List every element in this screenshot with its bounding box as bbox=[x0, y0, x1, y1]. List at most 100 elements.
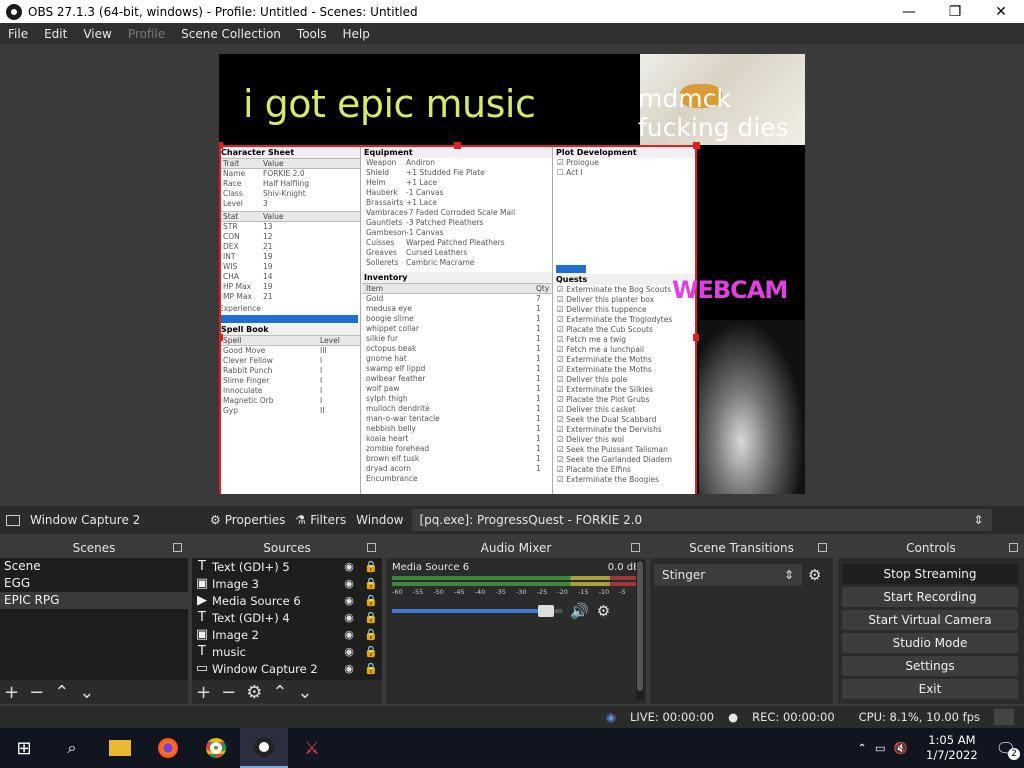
selection-box[interactable] bbox=[219, 145, 697, 494]
menu-file[interactable]: File bbox=[0, 27, 36, 41]
visibility-eye-icon[interactable]: ◉ bbox=[338, 628, 360, 641]
lock-icon[interactable]: 🔒 bbox=[360, 594, 382, 607]
source-down-button[interactable]: ⌄ bbox=[297, 682, 312, 703]
scenes-dock: Scenes Scene EGG EPIC RPG + − ⌃ ⌄ bbox=[0, 538, 188, 704]
scene-down-button[interactable]: ⌄ bbox=[79, 682, 94, 703]
visibility-eye-icon[interactable]: ◉ bbox=[338, 611, 360, 624]
resize-handle-tr[interactable] bbox=[693, 142, 700, 149]
menu-tools[interactable]: Tools bbox=[289, 27, 335, 41]
headline-text: i got epic music bbox=[243, 82, 536, 126]
close-button[interactable]: ✕ bbox=[978, 0, 1024, 23]
window-capture-icon bbox=[6, 514, 20, 526]
chrome-button[interactable] bbox=[192, 728, 240, 768]
preview-area[interactable]: i got epic music mdmck fucking dies Char… bbox=[0, 44, 1024, 506]
obs-button[interactable] bbox=[240, 728, 288, 768]
add-scene-button[interactable]: + bbox=[4, 682, 19, 703]
lock-icon[interactable]: 🔒 bbox=[360, 628, 382, 641]
mixer-gear-icon[interactable]: ⚙ bbox=[597, 602, 610, 620]
search-button[interactable]: ⌕ bbox=[48, 728, 96, 768]
notifications-icon[interactable]: 🗨 2 bbox=[996, 739, 1020, 760]
maximize-button[interactable]: ❐ bbox=[932, 0, 978, 23]
menu-help[interactable]: Help bbox=[334, 27, 377, 41]
game-button[interactable]: ⚔ bbox=[288, 728, 336, 768]
exit-button[interactable]: Exit bbox=[842, 679, 1018, 699]
source-item[interactable]: ▣ Image 2 ◉ 🔒 bbox=[192, 626, 382, 643]
scene-item[interactable]: Scene bbox=[0, 558, 188, 575]
scenes-list[interactable]: Scene EGG EPIC RPG bbox=[0, 558, 188, 680]
chevron-up-icon[interactable]: ⌃ bbox=[857, 741, 867, 755]
scenes-controls: + − ⌃ ⌄ bbox=[0, 680, 188, 704]
lock-icon[interactable]: 🔒 bbox=[360, 577, 382, 590]
remove-source-button[interactable]: − bbox=[221, 682, 236, 703]
source-item[interactable]: ▣ Image 3 ◉ 🔒 bbox=[192, 575, 382, 592]
firefox-button[interactable] bbox=[144, 728, 192, 768]
source-item[interactable]: T Text (GDI+) 5 ◉ 🔒 bbox=[192, 558, 382, 575]
menu-profile: Profile bbox=[127, 26, 166, 41]
transition-gear-icon[interactable]: ⚙ bbox=[808, 566, 821, 584]
lock-icon[interactable]: 🔒 bbox=[360, 560, 382, 573]
preview-canvas[interactable]: i got epic music mdmck fucking dies Char… bbox=[219, 54, 805, 494]
source-type-icon: T bbox=[198, 644, 206, 659]
volume-slider-knob[interactable] bbox=[537, 605, 554, 617]
visibility-eye-icon[interactable]: ◉ bbox=[338, 560, 360, 573]
add-source-button[interactable]: + bbox=[196, 682, 211, 703]
source-item[interactable]: ▶ Media Source 6 ◉ 🔒 bbox=[192, 592, 382, 609]
volume-muted-icon[interactable]: 🔇 bbox=[894, 741, 908, 755]
network-icon[interactable]: ▭ bbox=[875, 741, 886, 755]
filters-label: Filters bbox=[310, 513, 347, 527]
remove-scene-button[interactable]: − bbox=[29, 682, 44, 703]
transition-select[interactable]: Stinger ⇕ bbox=[654, 564, 802, 586]
menu-scene-collection[interactable]: Scene Collection bbox=[173, 27, 289, 41]
properties-label: Properties bbox=[224, 513, 286, 527]
source-item[interactable]: ▭ Window Capture 2 ◉ 🔒 bbox=[192, 660, 382, 677]
filters-button[interactable]: ⚗ Filters bbox=[295, 513, 346, 527]
resize-handle-tl[interactable] bbox=[219, 142, 223, 149]
float-icon[interactable] bbox=[367, 543, 376, 552]
float-icon[interactable] bbox=[631, 543, 640, 552]
visibility-eye-icon[interactable]: ◉ bbox=[338, 645, 360, 658]
speaker-icon[interactable]: 🔊 bbox=[570, 602, 589, 620]
source-properties-button[interactable]: ⚙ bbox=[246, 682, 262, 703]
mixer-title: Audio Mixer bbox=[386, 538, 646, 558]
source-item[interactable]: Tmusic ◉ 🔒 bbox=[192, 643, 382, 660]
menu-edit[interactable]: Edit bbox=[36, 27, 75, 41]
scene-item[interactable]: EPIC RPG bbox=[0, 592, 188, 609]
mixer-scrollbar[interactable] bbox=[636, 560, 644, 700]
window-select[interactable]: [pq.exe]: ProgressQuest - FORKIE 2.0 ⇕ bbox=[411, 509, 992, 531]
lock-icon[interactable]: 🔒 bbox=[360, 662, 382, 675]
sources-list[interactable]: T Text (GDI+) 5 ◉ 🔒 ▣ Image 3 ◉ 🔒 ▶ Media Source … bbox=[192, 558, 382, 680]
float-icon[interactable] bbox=[818, 543, 827, 552]
float-icon[interactable] bbox=[1009, 543, 1018, 552]
visibility-eye-icon[interactable]: ◉ bbox=[338, 594, 360, 607]
properties-button[interactable]: ⚙ Properties bbox=[210, 513, 285, 527]
resize-handle-l[interactable] bbox=[219, 334, 223, 341]
scene-item[interactable]: EGG bbox=[0, 575, 188, 592]
mixer-scrollbar-thumb[interactable] bbox=[637, 561, 643, 691]
source-item[interactable]: T Text (GDI+) 4 ◉ 🔒 bbox=[192, 609, 382, 626]
start-recording-button[interactable]: Start Recording bbox=[842, 587, 1018, 607]
studio-mode-button[interactable]: Studio Mode bbox=[842, 633, 1018, 653]
selected-source-name: Window Capture 2 bbox=[30, 513, 141, 527]
float-icon[interactable] bbox=[173, 543, 182, 552]
start-virtual-camera-button[interactable]: Start Virtual Camera bbox=[842, 610, 1018, 630]
visibility-eye-icon[interactable]: ◉ bbox=[338, 577, 360, 590]
start-button[interactable]: ⊞ bbox=[0, 728, 48, 768]
lock-icon[interactable]: 🔒 bbox=[360, 611, 382, 624]
resize-handle-t[interactable] bbox=[454, 142, 461, 149]
updown-icon: ⇕ bbox=[973, 513, 984, 527]
meter-tick: -25 bbox=[536, 588, 548, 596]
visibility-eye-icon[interactable]: ◉ bbox=[338, 662, 360, 675]
minimize-button[interactable]: — bbox=[886, 0, 932, 23]
rec-icon: ● bbox=[728, 710, 739, 724]
menu-view[interactable]: View bbox=[75, 27, 119, 41]
meter-tick: -40 bbox=[474, 588, 486, 596]
settings-button[interactable]: Settings bbox=[842, 656, 1018, 676]
volume-slider[interactable] bbox=[392, 605, 562, 617]
source-up-button[interactable]: ⌃ bbox=[272, 682, 287, 703]
updown-icon: ⇕ bbox=[783, 568, 794, 582]
scene-up-button[interactable]: ⌃ bbox=[54, 682, 69, 703]
file-explorer-button[interactable] bbox=[96, 728, 144, 768]
clock[interactable]: 1:05 AM 1/7/2022 bbox=[926, 733, 978, 763]
lock-icon[interactable]: 🔒 bbox=[360, 645, 382, 658]
stop-streaming-button[interactable]: Stop Streaming bbox=[842, 564, 1018, 584]
